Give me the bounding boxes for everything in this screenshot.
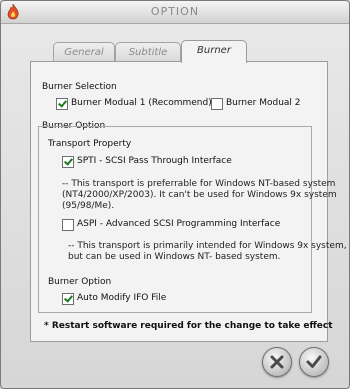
burner-modual-2-checkbox[interactable] bbox=[211, 98, 223, 110]
transport-property-heading: Transport Property bbox=[48, 139, 132, 149]
aspi-label: ASPI - Advanced SCSI Programming Interfa… bbox=[77, 219, 281, 229]
title-bar: OPTION bbox=[1, 1, 349, 24]
tab-general-label: General bbox=[64, 47, 104, 58]
cancel-button[interactable] bbox=[262, 347, 292, 377]
burner-selection-heading: Burner Selection bbox=[42, 82, 117, 92]
check-mark-icon bbox=[64, 293, 73, 303]
spti-note-line-3: (95/98/Me). bbox=[62, 201, 115, 211]
auto-modify-ifo-label: Auto Modify IFO File bbox=[77, 293, 167, 303]
aspi-checkbox[interactable] bbox=[62, 219, 74, 231]
restart-notice: * Restart software required for the chan… bbox=[44, 321, 333, 331]
aspi-note-line-1: -- This transport is primarily intended … bbox=[68, 241, 347, 251]
aspi-note-line-2: but can be used in Windows NT- based sys… bbox=[68, 252, 281, 262]
check-mark-icon bbox=[64, 156, 73, 166]
burner-modual-1-checkbox[interactable] bbox=[56, 98, 68, 110]
burner-modual-1-label: Burner Modual 1 (Recommend) bbox=[71, 98, 212, 108]
cancel-x-icon bbox=[270, 355, 284, 369]
burner-modual-2-label: Burner Modual 2 bbox=[226, 98, 301, 108]
tab-subtitle-label: Subtitle bbox=[128, 47, 168, 58]
spti-label: SPTI - SCSI Pass Through Interface bbox=[77, 156, 232, 166]
tab-subtitle[interactable]: Subtitle bbox=[115, 42, 181, 63]
check-mark-icon bbox=[58, 98, 67, 108]
spti-note-line-1: -- This transport is preferrable for Win… bbox=[62, 179, 336, 189]
auto-modify-ifo-checkbox[interactable] bbox=[62, 293, 74, 305]
window-title: OPTION bbox=[150, 5, 200, 18]
tab-burner[interactable]: Burner bbox=[181, 40, 247, 63]
burner-option-sub-heading: Burner Option bbox=[48, 277, 112, 287]
checkmark-icon bbox=[306, 355, 322, 368]
tab-general[interactable]: General bbox=[53, 42, 115, 63]
spti-checkbox[interactable] bbox=[62, 156, 74, 168]
ok-button[interactable] bbox=[299, 347, 329, 377]
tab-burner-label: Burner bbox=[197, 45, 231, 56]
spti-note-line-2: (NT4/2000/XP/2003). It can't be used for… bbox=[62, 190, 337, 200]
